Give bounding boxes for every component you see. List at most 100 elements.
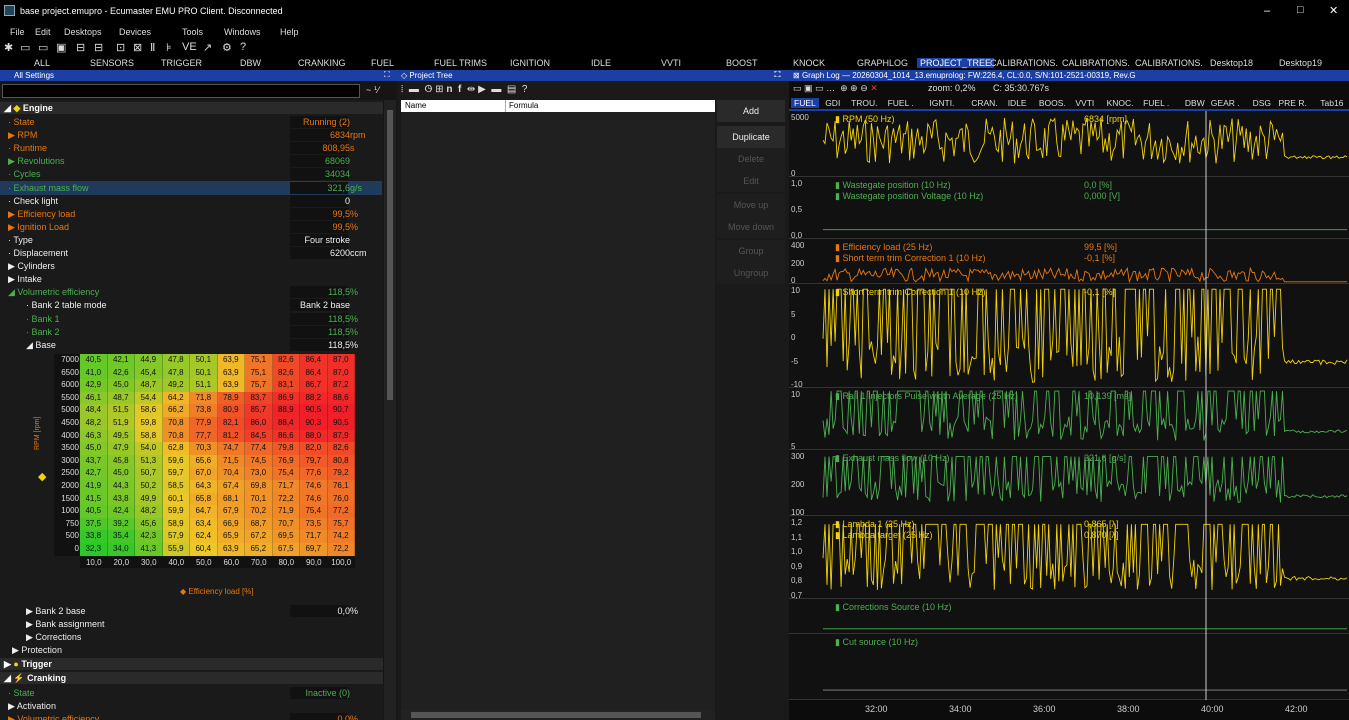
trace-label[interactable]: ▮ Lambda 1 (25 Hz) bbox=[835, 519, 915, 530]
settings-row[interactable]: ▶ Corrections bbox=[0, 630, 382, 644]
ve-cell[interactable]: 69,5 bbox=[272, 530, 300, 543]
graph-section[interactable]: ▮ Wastegate position (10 Hz) 0,0 [%] ▮ Was… bbox=[789, 177, 1349, 240]
ve-cell[interactable]: 50,7 bbox=[135, 467, 163, 480]
settings-row[interactable]: · Bank 2 118,5% bbox=[0, 325, 382, 339]
ve-cell[interactable]: 64,2 bbox=[162, 391, 190, 405]
ve-cell[interactable]: 70,7 bbox=[272, 517, 300, 531]
document-icon[interactable]: ▤ bbox=[507, 84, 516, 95]
ve-cell[interactable]: 50,1 bbox=[190, 354, 218, 367]
settings-row[interactable]: · Exhaust mass flow 321,6 g/s bbox=[0, 180, 382, 195]
ve-cell[interactable]: 45,4 bbox=[135, 366, 163, 380]
settings-row[interactable]: ▶ Bank 2 base 0,0% bbox=[0, 604, 382, 618]
ve-cell[interactable]: 66,9 bbox=[217, 517, 245, 531]
ve-cell[interactable]: 77,6 bbox=[300, 467, 328, 480]
ve-cell[interactable]: 75,7 bbox=[327, 517, 355, 531]
menu-help[interactable]: Help bbox=[280, 27, 299, 37]
settings-row[interactable]: ▶ Ignition Load 99,5% bbox=[0, 220, 382, 234]
tree-hscrollbar[interactable] bbox=[401, 710, 715, 720]
close-graph-icon[interactable]: ⛶ bbox=[774, 70, 780, 80]
settings-row[interactable]: ▶ Revolutions 68069 bbox=[0, 154, 382, 168]
ve-cell[interactable]: 65,9 bbox=[217, 530, 245, 543]
settings-row[interactable]: · Type Four stroke bbox=[0, 233, 382, 247]
ve-cell[interactable]: 76,9 bbox=[272, 454, 300, 468]
ve-cell[interactable]: 75,4 bbox=[300, 505, 328, 518]
ve-cell[interactable]: 34,0 bbox=[107, 543, 135, 556]
graph-section[interactable]: ▮ Short term trim Correction 1 (10 Hz) -0… bbox=[789, 284, 1349, 389]
ve-cell[interactable]: 40,5 bbox=[80, 354, 108, 367]
ve-cell[interactable]: 69,8 bbox=[245, 480, 273, 493]
tab-cranking[interactable]: CRANKING bbox=[298, 58, 346, 68]
graph-tab[interactable]: TROU. bbox=[848, 98, 880, 108]
ve-cell[interactable]: 67,5 bbox=[272, 543, 300, 556]
ve-cell[interactable]: 90,5 bbox=[300, 404, 328, 417]
ve-cell[interactable]: 83,7 bbox=[245, 391, 273, 405]
compare2-icon[interactable]: ⊟ bbox=[94, 41, 103, 54]
open-icon[interactable]: ▭ bbox=[20, 41, 30, 54]
ve-cell[interactable]: 71,9 bbox=[272, 505, 300, 518]
ve-cell[interactable]: 88,9 bbox=[272, 404, 300, 417]
graph-section[interactable]: ▮ Exhaust mass flow (10 Hz) 321,6 [g/s] 30… bbox=[789, 450, 1349, 517]
ve-cell[interactable]: 35,4 bbox=[107, 530, 135, 543]
ve-cell[interactable]: 64,7 bbox=[190, 505, 218, 518]
settings-scrollbar[interactable] bbox=[384, 100, 396, 720]
ve-cell[interactable]: 63,9 bbox=[217, 366, 245, 380]
ve-cell[interactable]: 82,6 bbox=[327, 442, 355, 455]
new-icon[interactable]: ✱ bbox=[4, 41, 13, 54]
ve-cell[interactable]: 54,4 bbox=[135, 391, 163, 405]
ve-cell[interactable]: 58,9 bbox=[162, 517, 190, 531]
ve-cell[interactable]: 67,0 bbox=[190, 467, 218, 480]
graph-section[interactable]: ▮ Corrections Source (10 Hz) bbox=[789, 599, 1349, 634]
ve-cell[interactable]: 86,4 bbox=[300, 354, 328, 367]
settings-row[interactable]: ▶ RPM 6834 rpm bbox=[0, 128, 382, 142]
ve-cell[interactable]: 51,9 bbox=[107, 417, 135, 430]
ve-cell[interactable]: 79,8 bbox=[272, 442, 300, 455]
ve-cell[interactable]: 85,7 bbox=[245, 404, 273, 417]
save-log-icon[interactable]: ▣ bbox=[804, 83, 813, 93]
graph-tab[interactable]: DBW bbox=[1182, 98, 1208, 108]
flag-icon[interactable]: ▶ bbox=[478, 84, 486, 95]
ve-cell[interactable]: 73,0 bbox=[245, 467, 273, 480]
ve-cell[interactable]: 65,6 bbox=[190, 454, 218, 468]
ve-cell[interactable]: 48,7 bbox=[135, 379, 163, 392]
trace-label[interactable]: ▮ RPM (50 Hz) bbox=[835, 114, 894, 125]
ve-cell[interactable]: 67,2 bbox=[245, 530, 273, 543]
ve-cell[interactable]: 86,6 bbox=[272, 429, 300, 443]
tab-fuel[interactable]: FUEL bbox=[371, 58, 394, 68]
open-recent-icon[interactable]: ▭ bbox=[38, 41, 48, 54]
ve-cell[interactable]: 45,0 bbox=[107, 379, 135, 392]
minimize-button[interactable]: – bbox=[1264, 5, 1270, 17]
ve-cell[interactable]: 58,5 bbox=[162, 480, 190, 493]
tab-vvti[interactable]: VVTI bbox=[661, 58, 681, 68]
ve-cell[interactable]: 65,8 bbox=[190, 492, 218, 506]
ve-cell[interactable]: 42,1 bbox=[107, 354, 135, 367]
ve-cell[interactable]: 63,9 bbox=[217, 379, 245, 392]
ve-cell[interactable]: 48,4 bbox=[80, 404, 108, 417]
trace-label[interactable]: ▮ Rail 1 Injectors Pulse width Average (… bbox=[835, 391, 1018, 402]
ve-cell[interactable]: 44,3 bbox=[107, 480, 135, 493]
table-icon[interactable]: ⊞ bbox=[435, 84, 443, 95]
ve-cell[interactable]: 86,9 bbox=[272, 391, 300, 405]
menu-devices[interactable]: Devices bbox=[119, 27, 151, 37]
settings-row[interactable]: · Check light 0 bbox=[0, 194, 382, 208]
menu-desktops[interactable]: Desktops bbox=[64, 27, 102, 37]
ve-cell[interactable]: 59,6 bbox=[162, 454, 190, 468]
channel-icon[interactable]: ⦙ bbox=[401, 84, 403, 95]
more-icon[interactable]: … bbox=[826, 83, 835, 93]
ve-cell[interactable]: 60,4 bbox=[190, 543, 218, 556]
trim-icon[interactable]: ⊧ bbox=[166, 41, 172, 54]
ve-cell[interactable]: 68,1 bbox=[217, 492, 245, 506]
ve-cell[interactable]: 77,7 bbox=[190, 429, 218, 443]
ve-cell[interactable]: 75,7 bbox=[245, 379, 273, 392]
graph-tab[interactable]: FUEL . bbox=[1140, 98, 1172, 108]
ve-cell[interactable]: 77,9 bbox=[190, 417, 218, 430]
ve-cell[interactable]: 67,4 bbox=[217, 480, 245, 493]
settings-row[interactable]: ▶ Protection bbox=[0, 643, 382, 657]
graph-section[interactable]: ▮ Cut source (10 Hz) bbox=[789, 634, 1349, 700]
ve-cell[interactable]: 86,0 bbox=[245, 417, 273, 430]
ve-cell[interactable]: 54,0 bbox=[135, 442, 163, 455]
ve-cell[interactable]: 42,4 bbox=[107, 505, 135, 518]
ve-cell[interactable]: 64,3 bbox=[190, 480, 218, 493]
tree-move-up-button[interactable]: Move up bbox=[717, 194, 785, 216]
settings-row[interactable]: ▶ Cylinders bbox=[0, 259, 382, 273]
ve-cell[interactable]: 57,9 bbox=[162, 530, 190, 543]
